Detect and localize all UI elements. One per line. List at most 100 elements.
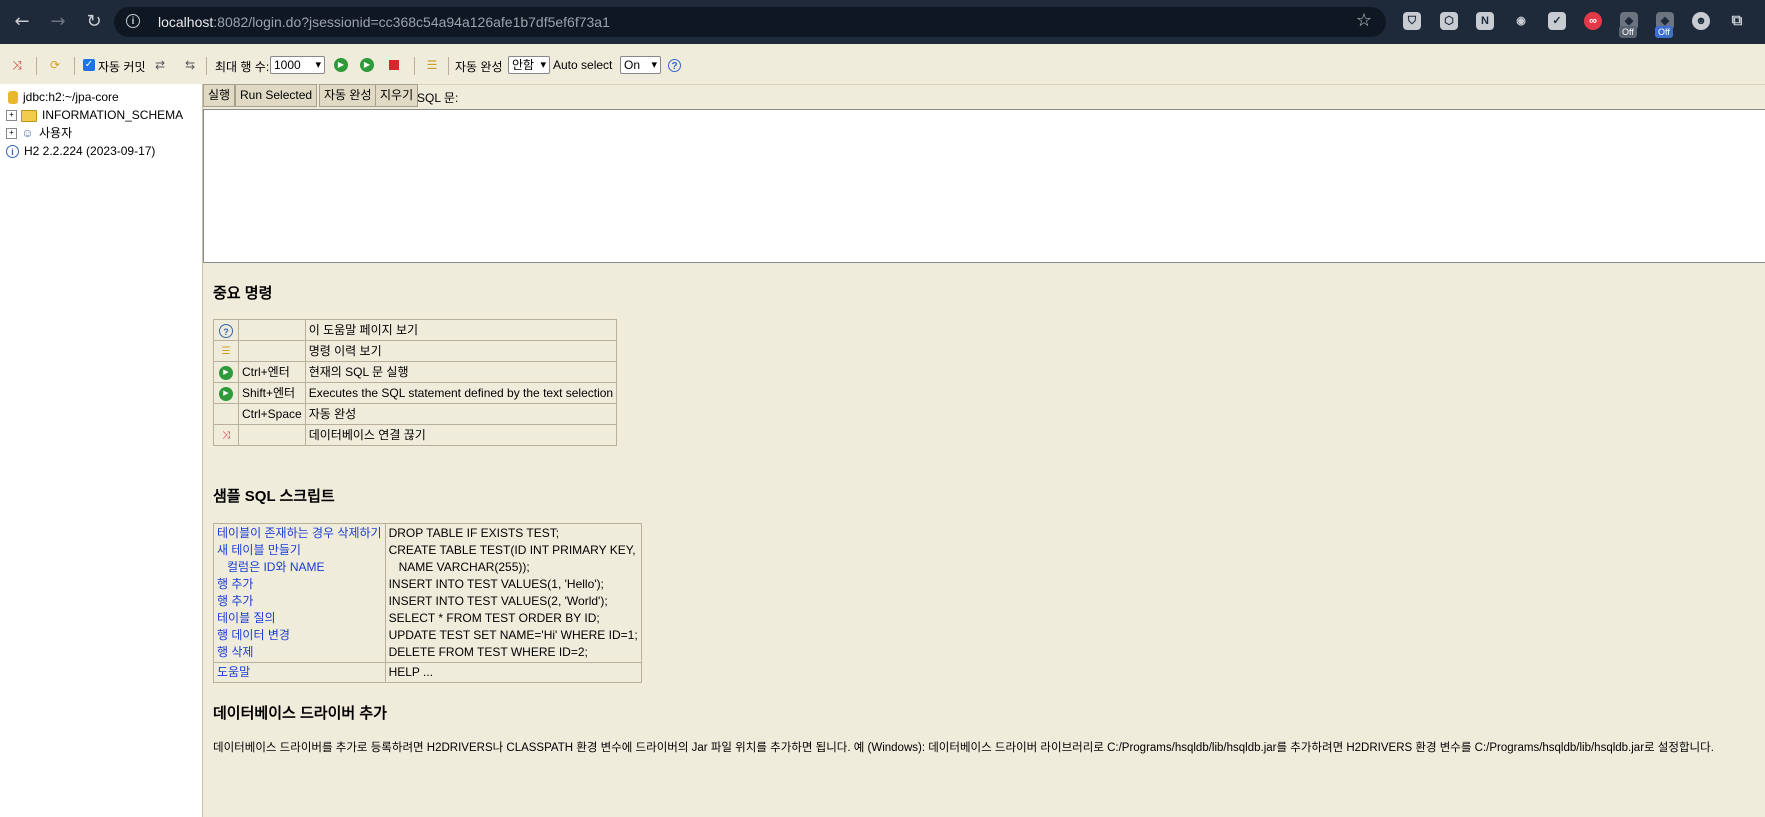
table-cell: Executes the SQL statement defined by th… [304, 382, 618, 404]
sql-statement-label: SQL 문: [417, 91, 459, 105]
run-selected-icon[interactable]: ▶ [360, 58, 374, 72]
table-cell: ▶ [213, 361, 239, 383]
stop-icon[interactable] [389, 60, 399, 70]
sample-sql-table: 테이블이 존재하는 경우 삭제하기 새 테이블 만들기 컬럼은 ID와 NAME… [213, 523, 642, 683]
extensions-puzzle-icon[interactable]: ⧉ [1728, 12, 1746, 30]
help-link[interactable]: 도움말 [217, 665, 250, 679]
table-cell: 데이터베이스 연결 끊기 [304, 424, 618, 446]
table-cell: Shift+엔터 [238, 382, 306, 404]
extension-badge: Off [1619, 26, 1637, 38]
users-icon: ☺ [21, 126, 34, 141]
run-icon[interactable]: ▶ [219, 365, 233, 380]
commands-table: ? 이 도움말 페이지 보기 ☰ 명령 이력 보기 ▶ Ctrl+엔터 현재의 … [213, 319, 618, 446]
sample-sql-line: DROP TABLE IF EXISTS TEST; [388, 526, 560, 540]
sample-sql-line: NAME VARCHAR(255)); [398, 560, 530, 574]
sql-input[interactable] [203, 109, 1765, 263]
history-icon[interactable]: ☰ [219, 345, 233, 359]
auto-select-label: Auto select [553, 58, 613, 72]
expand-icon[interactable]: + [6, 128, 17, 140]
bitwarden-extension-icon[interactable]: ⛉ [1403, 12, 1421, 30]
sample-sql-line: UPDATE TEST SET NAME='Hi' WHERE ID=1; [388, 628, 638, 642]
rollback-icon[interactable]: ⇄ [152, 57, 168, 73]
red-extension-icon[interactable]: ∞ [1584, 12, 1602, 30]
sample-link[interactable]: 행 데이터 변경 [217, 627, 382, 644]
disconnect-icon[interactable]: ⤨ [219, 429, 233, 443]
h2-toolbar: ⤨ ⟳ ✓ 자동 커밋 ⇄ ⇆ 최대 행 수: 1000 ▶ ▶ ☰ 자동 완성… [0, 44, 1765, 85]
notion-extension-icon[interactable]: N [1476, 12, 1494, 30]
sample-link[interactable]: 행 추가 [217, 576, 382, 593]
table-cell: Ctrl+엔터 [238, 361, 306, 383]
history-icon[interactable]: ☰ [424, 57, 440, 73]
sample-sql-line: SELECT * FROM TEST ORDER BY ID; [388, 611, 600, 625]
extension-icon[interactable]: ⬡ [1440, 12, 1458, 30]
auto-complete-button[interactable]: 자동 완성 [319, 84, 377, 107]
tree-users[interactable]: + ☺ 사용자 [6, 125, 72, 141]
table-row: ? 이 도움말 페이지 보기 [213, 319, 618, 341]
url-text[interactable]: localhost:8082/login.do?jsessionid=cc368… [158, 14, 610, 30]
commit-icon[interactable]: ⇆ [182, 57, 198, 73]
help-icon[interactable]: ? [668, 59, 681, 72]
forward-icon[interactable]: → [46, 10, 70, 34]
run-selected-button[interactable]: Run Selected [235, 84, 318, 107]
run-icon[interactable]: ▶ [334, 58, 348, 72]
camera-extension-icon[interactable]: ◉ [1512, 12, 1530, 30]
toolbar-separator [74, 57, 75, 75]
sample-link[interactable]: 행 삭제 [217, 644, 382, 661]
sample-link[interactable]: 새 테이블 만들기 [217, 542, 382, 559]
refresh-icon[interactable]: ⟳ [47, 57, 63, 73]
profile-extension-icon[interactable]: ☻ [1692, 12, 1710, 30]
add-driver-text: 데이터베이스 드라이버를 추가로 등록하려면 H2DRIVERS나 CLASSP… [213, 742, 1714, 754]
sample-sql-line: DELETE FROM TEST WHERE ID=2; [388, 645, 588, 659]
auto-complete-label: 자동 완성 [455, 60, 503, 74]
clear-button[interactable]: 지우기 [375, 84, 419, 107]
bookmark-star-icon[interactable]: ☆ [1356, 10, 1372, 31]
run-button[interactable]: 실행 [203, 84, 236, 107]
table-cell [213, 403, 239, 425]
tree-connection[interactable]: jdbc:h2:~/jpa-core [8, 89, 119, 105]
sample-sql-cell: DROP TABLE IF EXISTS TEST; CREATE TABLE … [384, 523, 642, 663]
sample-link[interactable]: 컬럼은 ID와 NAME [217, 559, 382, 576]
site-info-icon[interactable]: i [126, 14, 140, 28]
url-host: localhost [158, 14, 214, 30]
table-cell: ☰ [213, 340, 239, 362]
back-icon[interactable]: ← [10, 10, 34, 34]
folder-icon [21, 109, 37, 122]
toolbar-separator [448, 57, 449, 75]
help-link-cell: 도움말 [213, 662, 386, 683]
database-icon [8, 91, 18, 105]
tree-schema-label: INFORMATION_SCHEMA [42, 108, 184, 122]
tree-connection-label: jdbc:h2:~/jpa-core [23, 90, 119, 104]
help-icon[interactable]: ? [219, 323, 233, 338]
table-cell: ⤨ [213, 424, 239, 446]
auto-select-select[interactable]: On [620, 56, 661, 74]
sample-link[interactable]: 테이블이 존재하는 경우 삭제하기 [217, 525, 382, 542]
table-cell: 명령 이력 보기 [304, 340, 618, 362]
max-rows-select[interactable]: 1000 [270, 56, 325, 74]
toolbar-separator [206, 57, 207, 75]
table-row: Ctrl+Space 자동 완성 [213, 403, 618, 425]
expand-icon[interactable]: + [6, 110, 17, 122]
sample-link[interactable]: 행 추가 [217, 593, 382, 610]
sample-link[interactable]: 테이블 질의 [217, 610, 382, 627]
disconnect-icon[interactable]: ⤨ [9, 57, 25, 73]
run-selected-icon[interactable]: ▶ [219, 386, 233, 401]
table-cell: ? [213, 319, 239, 341]
sample-sql-line: INSERT INTO TEST VALUES(2, 'World'); [388, 594, 608, 608]
table-cell [238, 424, 306, 446]
info-icon: i [6, 145, 19, 159]
auto-commit-label: 자동 커밋 [98, 60, 146, 74]
table-cell [238, 340, 306, 362]
auto-complete-select[interactable]: 안함 [508, 56, 550, 74]
help-sql-cell: HELP ... [384, 662, 642, 683]
table-row: 테이블이 존재하는 경우 삭제하기 새 테이블 만들기 컬럼은 ID와 NAME… [213, 523, 642, 663]
table-row: 도움말 HELP ... [213, 662, 642, 683]
shield-extension-icon[interactable]: ✓ [1548, 12, 1566, 30]
tree-schema[interactable]: + INFORMATION_SCHEMA [6, 107, 183, 123]
table-cell [238, 319, 306, 341]
table-row: ☰ 명령 이력 보기 [213, 340, 618, 362]
auto-commit-checkbox[interactable]: ✓ [83, 59, 95, 71]
toolbar-separator [414, 57, 415, 75]
reload-icon[interactable]: ↻ [82, 10, 106, 34]
address-bar[interactable]: i localhost:8082/login.do?jsessionid=cc3… [114, 7, 1386, 37]
tree-version-label: H2 2.2.224 (2023-09-17) [24, 144, 156, 158]
